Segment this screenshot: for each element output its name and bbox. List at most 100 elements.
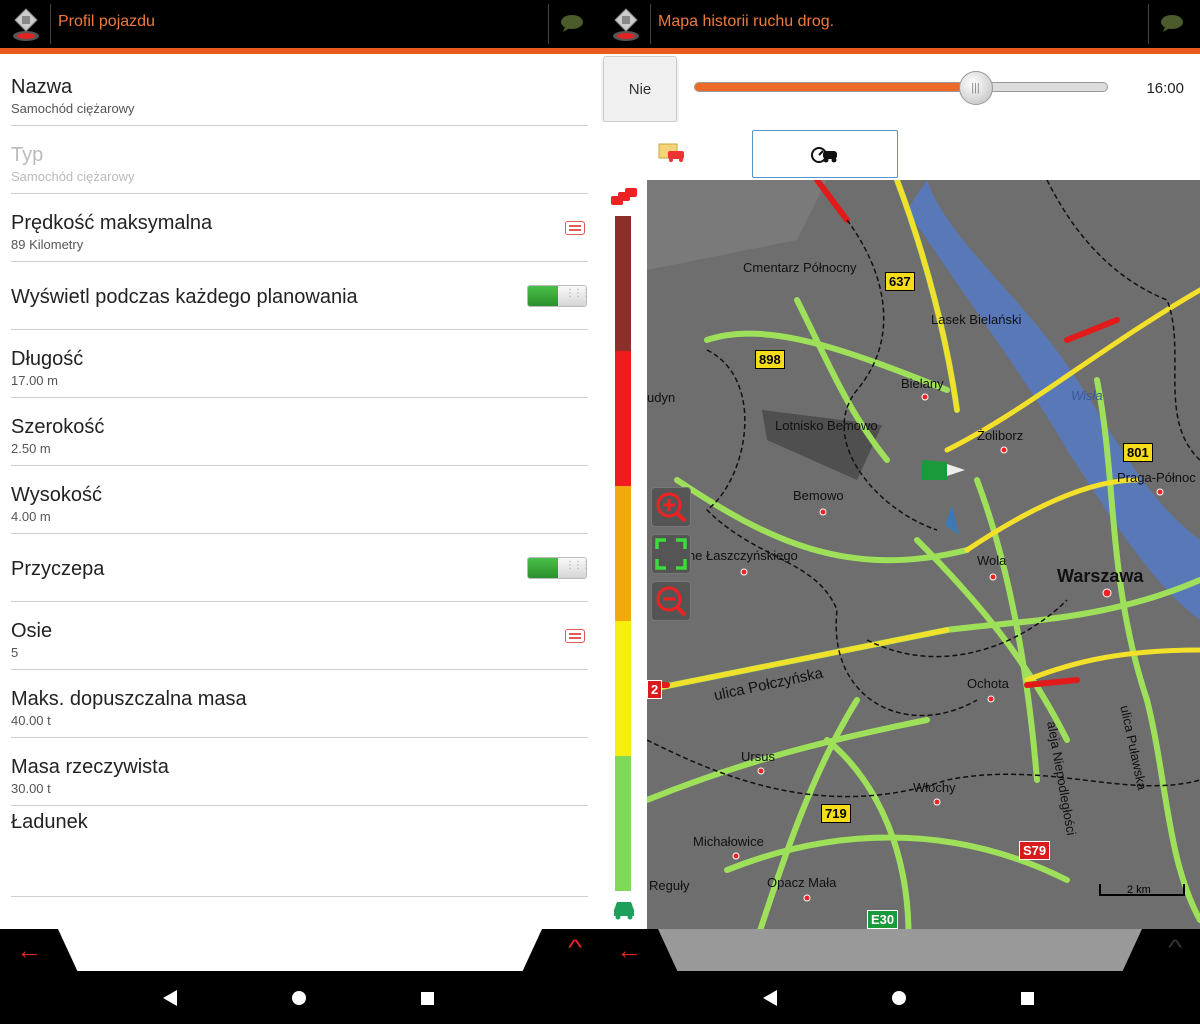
- system-back-icon[interactable]: [763, 990, 777, 1006]
- row-value: Samochód ciężarowy: [11, 101, 135, 116]
- map-label: Wisła: [1071, 388, 1103, 403]
- title-separator: [1148, 4, 1149, 44]
- map-label: Cmentarz Północny: [743, 260, 857, 275]
- system-home-icon[interactable]: [892, 991, 906, 1005]
- row-max-weight[interactable]: Maks. dopuszczalna masa 40.00 t: [0, 670, 600, 738]
- row-title: Szerokość: [11, 416, 105, 438]
- map-label: Ursus: [741, 749, 775, 764]
- fit-route-button[interactable]: [651, 534, 691, 574]
- zoom-in-button[interactable]: [651, 487, 691, 527]
- list-select-icon[interactable]: [565, 221, 585, 235]
- trailer-toggle[interactable]: [527, 557, 587, 579]
- map-label: udyn: [647, 390, 676, 405]
- system-nav-bar: [0, 971, 600, 1024]
- row-title: Prędkość maksymalna: [11, 212, 213, 234]
- tab-traffic-map-icon[interactable]: [658, 142, 686, 164]
- bottom-bar: ← ^: [600, 929, 1200, 971]
- row-max-speed[interactable]: Prędkość maksymalna 89 Kilometry: [0, 194, 600, 262]
- map-view[interactable]: Cmentarz Północny Lasek Bielański Bielan…: [647, 180, 1200, 970]
- row-title: Typ: [11, 144, 44, 166]
- row-value: 5: [11, 645, 19, 660]
- traffic-history-panel: Mapa historii ruchu drog. Nie ||| 16:00: [600, 0, 1200, 1024]
- system-nav-bar: [600, 971, 1200, 1024]
- slider-time-label: 16:00: [1146, 80, 1184, 97]
- title-bar: Mapa historii ruchu drog.: [600, 0, 1200, 54]
- row-show-on-planning[interactable]: Wyświetl podczas każdego planowania: [0, 262, 600, 330]
- map-label: Lotnisko Bemowo: [775, 418, 878, 433]
- row-value: Samochód ciężarowy: [11, 169, 135, 184]
- zoom-in-icon: [656, 492, 687, 523]
- row-value: 2.50 m: [11, 441, 51, 456]
- bottom-bar-shape: [58, 929, 542, 971]
- page-title: Profil pojazdu: [58, 13, 155, 30]
- chevron-up-icon[interactable]: ^: [568, 937, 582, 959]
- system-recents-icon[interactable]: [421, 992, 434, 1005]
- free-flow-car-icon: [614, 902, 634, 920]
- road-shield: E30: [867, 910, 899, 929]
- row-trailer[interactable]: Przyczepa: [0, 534, 600, 602]
- planning-toggle[interactable]: [527, 285, 587, 307]
- road-shield: S79: [1019, 841, 1051, 860]
- chevron-up-icon[interactable]: ^: [1168, 937, 1182, 959]
- divider: [11, 896, 588, 897]
- row-title: Ładunek: [11, 811, 88, 833]
- road-shield: 801: [1123, 443, 1153, 462]
- map-label: Włochy: [913, 780, 956, 795]
- row-title: Masa rzeczywista: [11, 756, 169, 778]
- title-separator: [650, 4, 651, 44]
- road-shield: 637: [885, 272, 915, 291]
- map-scale-label: 2 km: [1127, 884, 1151, 896]
- time-slider-track[interactable]: [694, 82, 1108, 92]
- time-slider-area: Nie ||| 16:00: [600, 54, 1200, 122]
- fit-screen-icon: [655, 538, 687, 570]
- map-label: Żoliborz: [977, 428, 1024, 443]
- row-axles[interactable]: Osie 5: [0, 602, 600, 670]
- row-title: Wysokość: [11, 484, 102, 506]
- zoom-out-icon: [656, 586, 687, 617]
- system-back-icon[interactable]: [163, 990, 177, 1006]
- map-label: Ochota: [967, 676, 1009, 691]
- back-arrow-icon[interactable]: ←: [16, 937, 42, 963]
- time-slider-knob[interactable]: |||: [958, 71, 993, 105]
- row-cargo[interactable]: Ładunek: [0, 795, 600, 897]
- row-title: Wyświetl podczas każdego planowania: [11, 286, 358, 308]
- system-home-icon[interactable]: [292, 991, 306, 1005]
- map-label: Michałowice: [693, 834, 764, 849]
- row-width[interactable]: Szerokość 2.50 m: [0, 398, 600, 466]
- chat-bubble-icon[interactable]: [1160, 14, 1184, 32]
- row-value: 30.00 t: [11, 781, 51, 796]
- row-name[interactable]: Nazwa Samochód ciężarowy: [0, 58, 600, 126]
- row-title: Osie: [11, 620, 53, 642]
- map-label: Bemowo: [793, 488, 844, 503]
- no-button[interactable]: Nie: [603, 56, 677, 122]
- map-label: Opacz Mała: [767, 875, 837, 890]
- row-title: Przyczepa: [11, 558, 105, 580]
- map-label: Praga-Północ: [1117, 470, 1196, 485]
- chat-bubble-icon[interactable]: [560, 14, 584, 32]
- map-label: Warszawa: [1057, 566, 1144, 586]
- map-label: Lasek Bielański: [931, 312, 1022, 327]
- vehicle-profile-panel: Profil pojazdu Nazwa Samochód ciężarowy …: [0, 0, 600, 1024]
- app-logo-icon[interactable]: [610, 6, 642, 42]
- title-separator: [50, 4, 51, 44]
- road-shield: 719: [821, 804, 851, 823]
- accent-strip: [0, 48, 600, 54]
- title-separator: [548, 4, 549, 44]
- row-title: Długość: [11, 348, 84, 370]
- row-length[interactable]: Długość 17.00 m: [0, 330, 600, 398]
- time-slider-fill: [695, 83, 976, 91]
- map-label: Bielany: [901, 376, 944, 391]
- row-value: 4.00 m: [11, 509, 51, 524]
- app-logo-icon[interactable]: [10, 6, 42, 42]
- road-shield: 2: [647, 680, 663, 699]
- back-arrow-icon[interactable]: ←: [616, 937, 642, 963]
- row-height[interactable]: Wysokość 4.00 m: [0, 466, 600, 534]
- traffic-legend: [608, 180, 646, 930]
- map-label: Reguły: [649, 878, 690, 893]
- tab-speed-history[interactable]: [752, 130, 898, 178]
- title-bar: Profil pojazdu: [0, 0, 600, 54]
- row-title: Maks. dopuszczalna masa: [11, 688, 247, 710]
- zoom-out-button[interactable]: [651, 581, 691, 621]
- list-select-icon[interactable]: [565, 629, 585, 643]
- system-recents-icon[interactable]: [1021, 992, 1034, 1005]
